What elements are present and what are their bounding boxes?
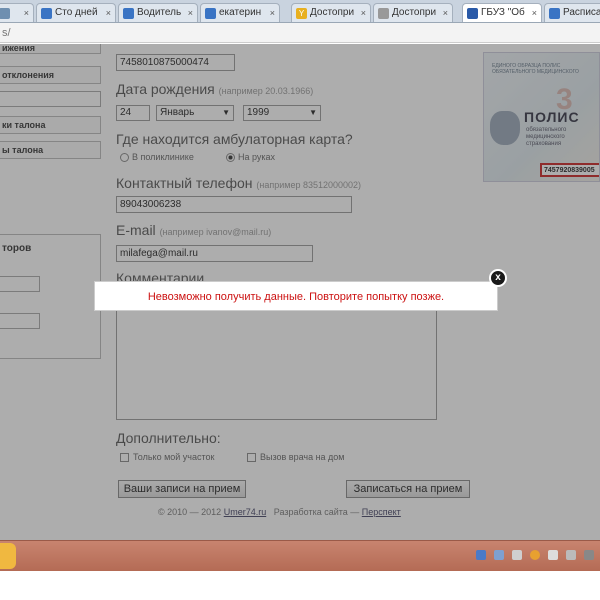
tab-close-icon[interactable]: × xyxy=(106,4,111,22)
tray-icon[interactable] xyxy=(476,550,486,560)
os-taskbar xyxy=(0,540,600,571)
bottom-margin xyxy=(0,571,600,600)
tab-favicon-icon xyxy=(467,8,478,19)
tab-close-icon[interactable]: × xyxy=(270,4,275,22)
tab-close-icon[interactable]: × xyxy=(188,4,193,22)
browser-tab[interactable]: × xyxy=(0,3,34,22)
address-text: s/ xyxy=(2,27,11,39)
browser-tab[interactable]: Сто дней × xyxy=(36,3,116,22)
tab-close-icon[interactable]: × xyxy=(443,4,448,22)
tab-favicon-icon: Y xyxy=(296,8,307,19)
tab-label: Достопри xyxy=(392,7,437,18)
tray-icon[interactable] xyxy=(548,550,558,560)
error-dialog: Невозможно получить данные. Повторите по… xyxy=(94,281,498,311)
tab-label: екатерин xyxy=(219,7,262,18)
browser-tab[interactable]: екатерин × xyxy=(200,3,280,22)
tab-strip: × Сто дней × Водитель × екатерин × Y Дос… xyxy=(0,0,600,23)
browser-tab[interactable]: Расписа xyxy=(544,3,600,22)
tab-label: Достопри xyxy=(310,7,355,18)
start-button[interactable] xyxy=(0,543,16,569)
tray-icon[interactable] xyxy=(530,550,540,560)
tab-close-icon[interactable]: × xyxy=(361,4,366,22)
browser-tab-active[interactable]: ГБУЗ "Об × xyxy=(462,3,542,22)
tab-favicon-icon xyxy=(549,8,560,19)
browser-tab[interactable]: Водитель × xyxy=(118,3,198,22)
tab-label: Водитель xyxy=(137,7,182,18)
address-bar[interactable]: s/ xyxy=(0,23,600,43)
tab-label: Расписа xyxy=(563,7,600,18)
browser-tab[interactable]: Y Достопри × xyxy=(291,3,371,22)
tray-icon[interactable] xyxy=(584,550,594,560)
tray-icon[interactable] xyxy=(512,550,522,560)
tray-icon[interactable] xyxy=(566,550,576,560)
tab-label: Сто дней xyxy=(55,7,98,18)
tab-favicon-icon xyxy=(0,8,10,19)
tab-favicon-icon xyxy=(205,8,216,19)
tab-favicon-icon xyxy=(41,8,52,19)
tray-icon[interactable] xyxy=(494,550,504,560)
error-message: Невозможно получить данные. Повторите по… xyxy=(147,291,445,303)
browser-tab[interactable]: Достопри × xyxy=(373,3,453,22)
tab-label: ГБУЗ "Об xyxy=(481,7,525,18)
close-icon[interactable]: x xyxy=(489,269,507,287)
tab-favicon-icon xyxy=(378,8,389,19)
tab-favicon-icon xyxy=(123,8,134,19)
tab-close-icon[interactable]: × xyxy=(24,4,29,22)
tab-close-icon[interactable]: × xyxy=(532,4,537,22)
